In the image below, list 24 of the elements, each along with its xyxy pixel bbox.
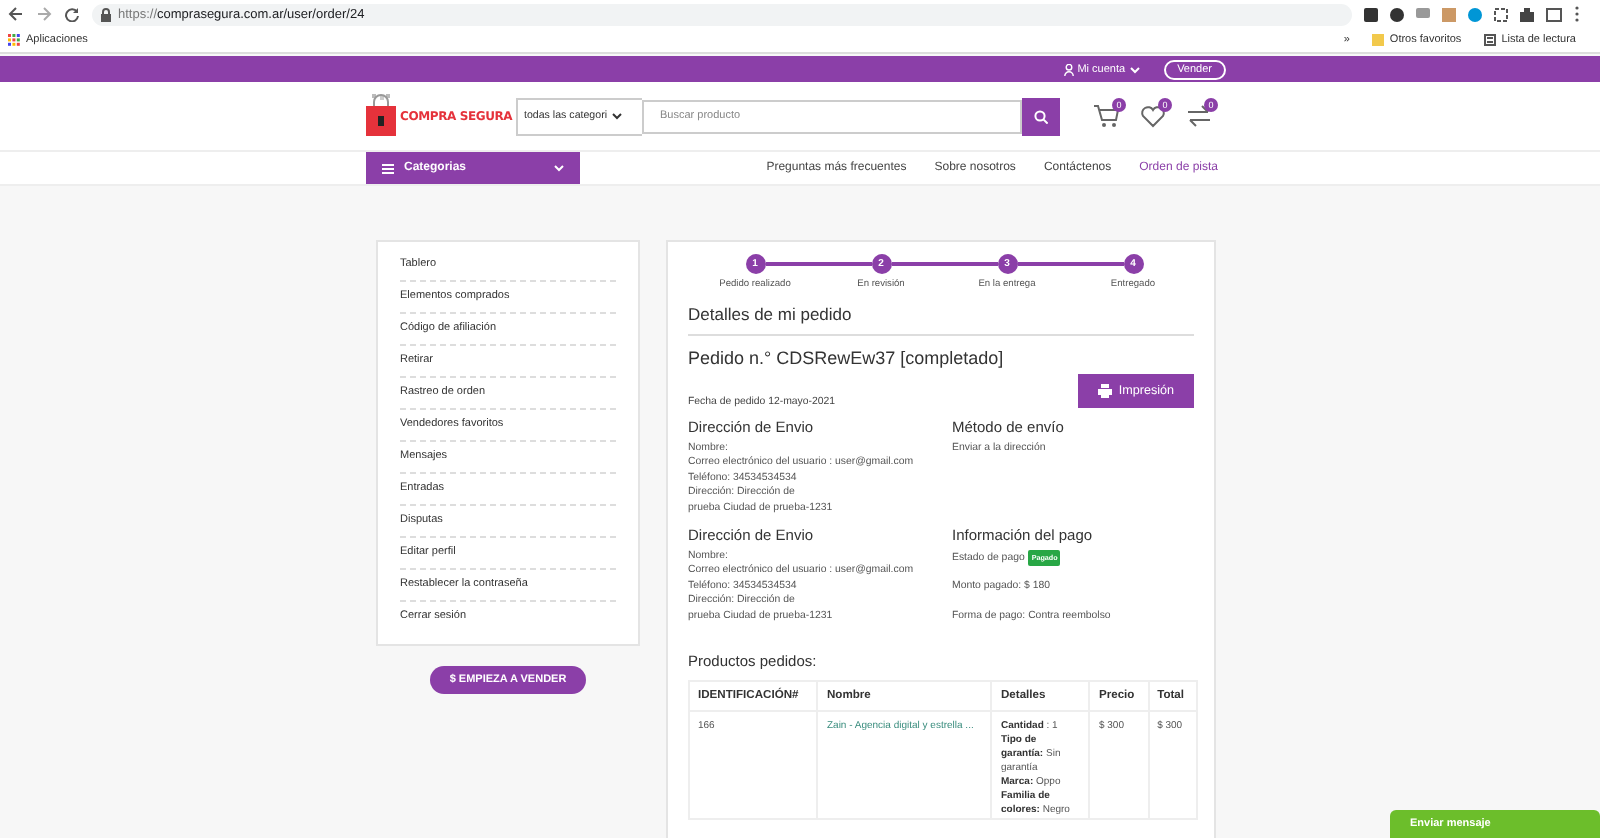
chevron-icon [1129,65,1140,73]
printer-icon [1098,384,1113,398]
puzzle-icon[interactable] [1520,7,1534,21]
back-icon[interactable] [8,6,24,22]
square-icon[interactable] [1364,7,1378,21]
lock-icon [100,7,112,21]
cast-icon[interactable] [1546,7,1562,21]
list-icon [1483,34,1496,46]
menu-icon[interactable] [1574,6,1580,22]
reload-icon[interactable] [64,6,80,22]
user-icon [1063,63,1074,75]
bag-icon [364,94,398,138]
apps-icon [8,34,20,46]
menu-icon [382,163,394,173]
chevron-icon [611,112,622,120]
chevron-icon [554,164,564,172]
section-title: Detalles de mi pedido [688,304,1194,336]
folder-icon [1371,34,1384,46]
order-title: Pedido n.° CDSRewEw37 [completado] [688,348,1006,368]
frame-icon[interactable] [1494,7,1508,21]
search-button[interactable] [1022,97,1060,135]
search-icon [1034,109,1048,123]
circle-icon[interactable] [1390,7,1404,21]
message-icon[interactable] [1416,7,1430,21]
